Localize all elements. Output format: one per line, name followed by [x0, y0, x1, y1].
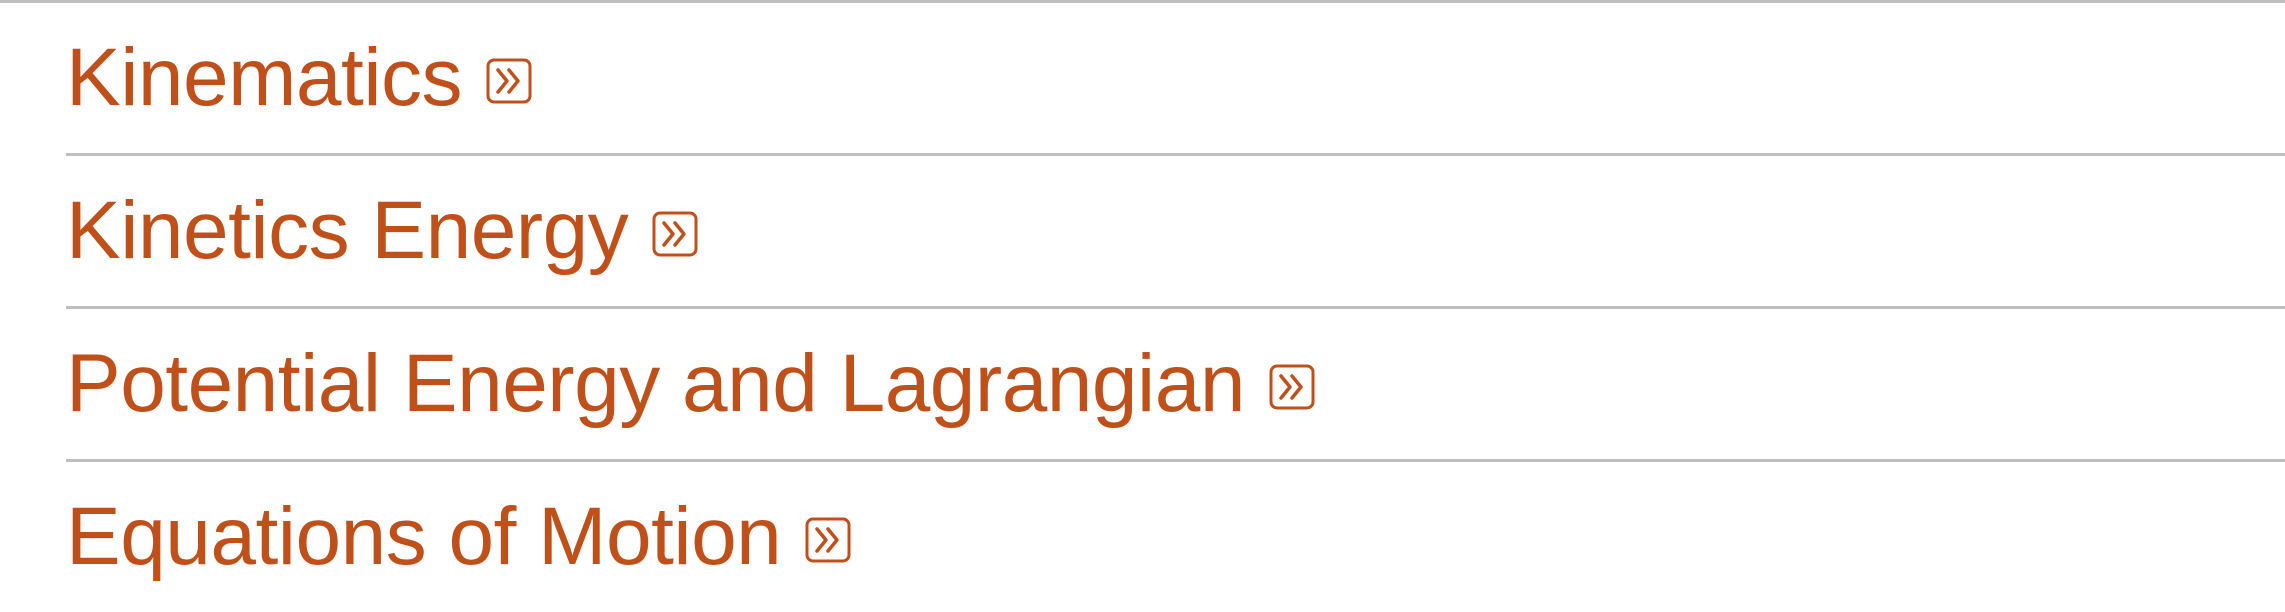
- double-chevron-right-icon[interactable]: [486, 58, 532, 104]
- double-chevron-right-icon[interactable]: [805, 517, 851, 563]
- list-item: Potential Energy and Lagrangian: [66, 309, 2285, 462]
- double-chevron-right-icon[interactable]: [652, 211, 698, 257]
- topic-label: Potential Energy and Lagrangian: [66, 338, 1245, 429]
- list-item: Equations of Motion: [66, 462, 2285, 612]
- list-item: Kinematics: [66, 3, 2285, 156]
- topic-label: Equations of Motion: [66, 491, 782, 582]
- double-chevron-right-icon[interactable]: [1269, 364, 1315, 410]
- topic-label: Kinematics: [66, 32, 463, 123]
- topic-label: Kinetics Energy: [66, 185, 629, 276]
- list-item: Kinetics Energy: [66, 156, 2285, 309]
- topic-link-potential-energy[interactable]: Potential Energy and Lagrangian: [66, 343, 1315, 425]
- topic-list: Kinematics Kinetics Energy Potential Ene…: [66, 3, 2285, 612]
- topic-link-equations-of-motion[interactable]: Equations of Motion: [66, 496, 851, 578]
- topic-link-kinetics-energy[interactable]: Kinetics Energy: [66, 190, 698, 272]
- topic-link-kinematics[interactable]: Kinematics: [66, 37, 532, 119]
